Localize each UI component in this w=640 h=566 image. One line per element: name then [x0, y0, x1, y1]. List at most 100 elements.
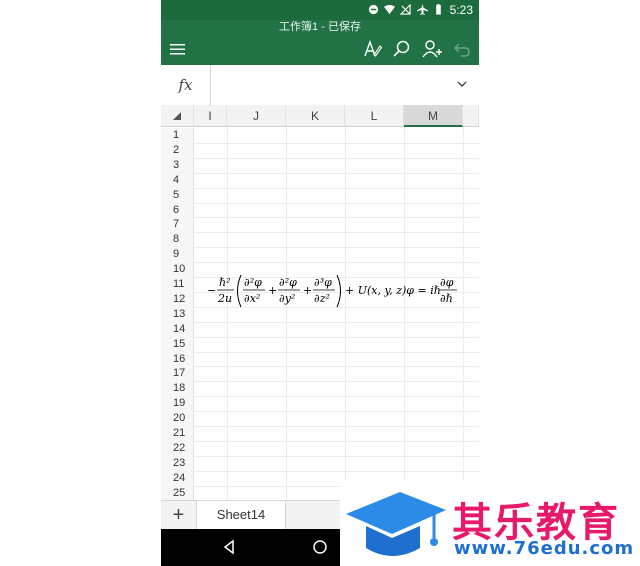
grid-column-line — [345, 127, 346, 500]
wifi-icon — [384, 4, 395, 15]
search-icon[interactable] — [391, 38, 413, 60]
grid-row-line — [194, 411, 479, 413]
eq-frac1-num: ℏ² — [219, 276, 231, 289]
row-header-6[interactable]: 6 — [161, 202, 194, 218]
row-header-11[interactable]: 11 — [161, 277, 194, 292]
grid-row-line — [194, 187, 479, 189]
grid-row-line — [194, 172, 479, 174]
column-header-l[interactable]: L — [345, 105, 404, 127]
row-header-19[interactable]: 19 — [161, 396, 194, 412]
eq-left-paren — [237, 274, 242, 308]
formula-input[interactable] — [211, 65, 451, 105]
column-header-j[interactable]: J — [227, 105, 286, 127]
row-header-22[interactable]: 22 — [161, 440, 194, 456]
column-header-m[interactable]: M — [404, 105, 463, 127]
no-signal-icon — [400, 4, 411, 15]
status-bar: 5:23 — [161, 0, 479, 20]
formula-bar: fx — [161, 65, 479, 106]
grid-row-line — [194, 247, 479, 249]
column-header-i[interactable]: I — [194, 105, 227, 127]
add-sheet-button[interactable]: + — [161, 501, 196, 529]
eq-frac1-den: 2u — [217, 292, 232, 305]
grid-row-line — [194, 440, 479, 442]
eq-rest: + U(x, y, z)φ = iℏ — [345, 284, 441, 297]
add-person-icon[interactable] — [421, 38, 443, 60]
grid-row-line — [194, 142, 479, 144]
row-header-8[interactable]: 8 — [161, 232, 194, 248]
row-header-17[interactable]: 17 — [161, 366, 194, 382]
grid-row-line — [194, 262, 479, 264]
row-header-24[interactable]: 24 — [161, 470, 194, 486]
grid-column-line — [286, 127, 287, 500]
app-bar: 工作簿1 - 已保存 — [161, 20, 479, 65]
eq-d1-den: ∂x² — [244, 292, 260, 305]
row-header-14[interactable]: 14 — [161, 321, 194, 337]
row-header-18[interactable]: 18 — [161, 381, 194, 397]
grid-row-line — [194, 351, 479, 353]
eq-plus2: + — [303, 284, 312, 297]
watermark-logo: 其乐教育 www.76edu.com — [340, 480, 640, 566]
battery-icon — [436, 4, 441, 15]
row-header-5[interactable]: 5 — [161, 187, 194, 203]
row-header-7[interactable]: 7 — [161, 217, 194, 233]
column-header-k[interactable]: K — [286, 105, 345, 127]
spreadsheet-grid[interactable]: IJKLM 1 2 3 4 5 6 7 8 9 10 11 12 13 14 15 16 17 18 19 20 21 2… — [161, 105, 479, 500]
row-header-23[interactable]: 23 — [161, 455, 194, 471]
row-header-4[interactable]: 4 — [161, 172, 194, 188]
grid-row-line — [194, 426, 479, 427]
grid-column-line — [463, 127, 464, 500]
row-header-25[interactable]: 25 — [161, 485, 194, 500]
grid-row-line — [194, 336, 479, 338]
do-not-disturb-icon — [368, 4, 379, 15]
sheet-tab-active[interactable]: Sheet14 — [196, 501, 286, 529]
row-header-20[interactable]: 20 — [161, 411, 194, 427]
function-label[interactable]: fx — [161, 65, 211, 105]
graduation-cap-icon — [346, 492, 446, 556]
eq-d1-num: ∂²φ — [244, 276, 262, 289]
grid-row-line — [194, 381, 479, 383]
eq-right-paren — [336, 274, 341, 308]
home-icon[interactable] — [312, 539, 328, 555]
grid-row-line — [194, 202, 479, 204]
row-header-13[interactable]: 13 — [161, 306, 194, 322]
row-header-2[interactable]: 2 — [161, 142, 194, 158]
text-format-icon[interactable] — [361, 38, 383, 60]
row-header-1[interactable]: 1 — [161, 128, 194, 143]
row-header-16[interactable]: 16 — [161, 351, 194, 367]
grid-column-line — [227, 127, 228, 500]
eq-plus1: + — [268, 284, 277, 297]
grid-row-line — [194, 321, 479, 323]
row-header-10[interactable]: 10 — [161, 262, 194, 278]
watermark-url: www.76edu.com — [454, 538, 635, 559]
column-header-overflow — [463, 105, 479, 127]
grid-row-line — [194, 455, 479, 457]
row-header-15[interactable]: 15 — [161, 336, 194, 352]
grid-row-line — [194, 217, 479, 219]
grid-row-line — [194, 232, 479, 234]
back-icon[interactable] — [221, 539, 237, 555]
grid-column-line — [404, 127, 405, 500]
undo-icon[interactable] — [451, 38, 473, 60]
menu-icon[interactable] — [167, 38, 189, 60]
eq-d3-den: ∂z² — [314, 292, 330, 305]
eq-d3-num: ∂³φ — [314, 276, 332, 289]
equation-object[interactable]: − ℏ² 2u ∂²φ ∂x² + ∂²φ ∂y² + ∂³φ ∂z² + U(… — [205, 272, 465, 310]
row-header-9[interactable]: 9 — [161, 247, 194, 263]
eq-minus: − — [207, 284, 216, 297]
eq-rhs-den: ∂ℏ — [440, 292, 453, 305]
eq-rhs-num: ∂φ — [440, 276, 454, 289]
select-all-corner[interactable] — [161, 105, 194, 127]
eq-d2-den: ∂y² — [279, 292, 295, 305]
chevron-down-icon[interactable] — [455, 77, 469, 91]
row-header-12[interactable]: 12 — [161, 291, 194, 307]
select-all-icon — [173, 112, 181, 120]
document-title: 工作簿1 - 已保存 — [279, 21, 361, 33]
row-header-3[interactable]: 3 — [161, 157, 194, 173]
eq-d2-num: ∂²φ — [279, 276, 297, 289]
grid-row-line — [194, 366, 479, 368]
grid-row-line — [194, 157, 479, 159]
airplane-mode-icon — [417, 4, 428, 15]
row-header-21[interactable]: 21 — [161, 426, 194, 441]
status-time: 5:23 — [449, 3, 473, 17]
grid-row-line — [194, 470, 479, 472]
